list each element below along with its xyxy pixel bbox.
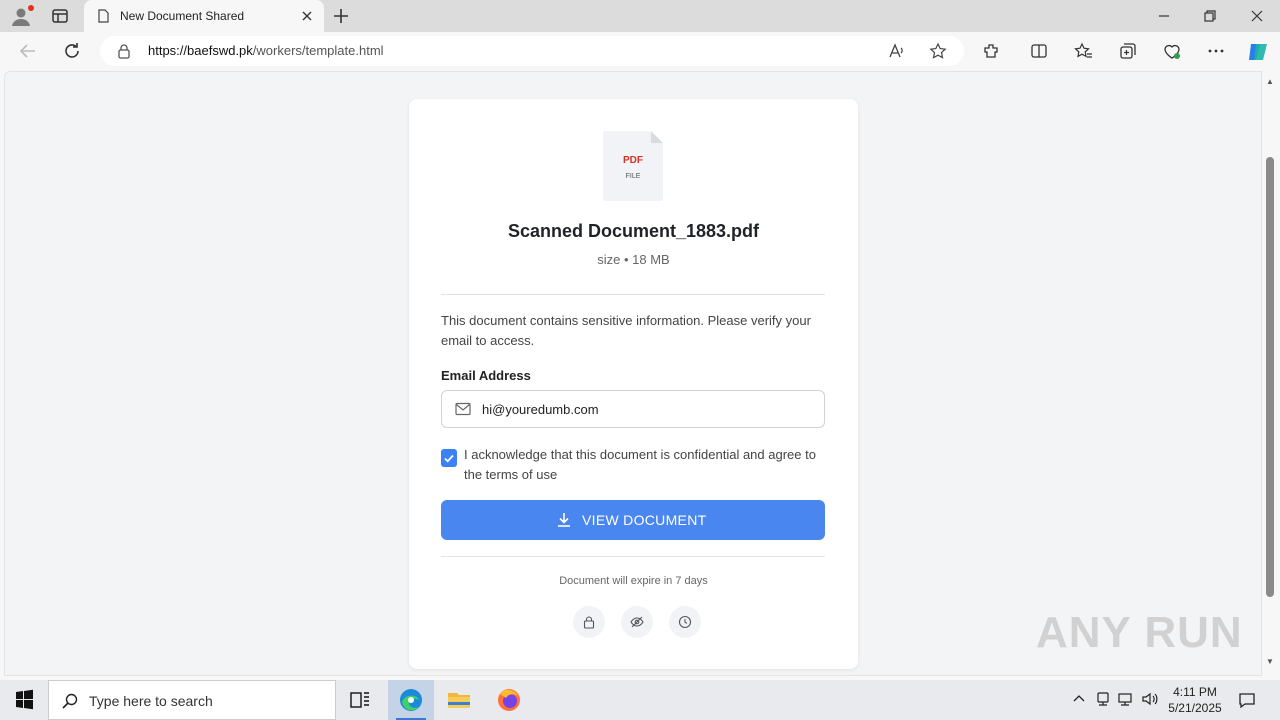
close-tab-icon[interactable] — [298, 7, 316, 25]
read-aloud-icon[interactable] — [888, 42, 906, 60]
lock-icon — [573, 606, 605, 638]
page-viewport: PDF FILE Scanned Document_1883.pdf size … — [4, 71, 1262, 676]
firefox-icon[interactable] — [486, 680, 532, 720]
search-placeholder: Type here to search — [89, 693, 213, 709]
clock-icon — [669, 606, 701, 638]
divider — [441, 294, 825, 295]
close-window-icon[interactable] — [1247, 6, 1267, 26]
expiry-note: Document will expire in 7 days — [559, 575, 708, 587]
address-bar[interactable]: https://baefswd.pk/workers/template.html — [100, 36, 964, 66]
email-value: hi@youredumb.com — [482, 402, 599, 417]
copilot-icon[interactable] — [1246, 40, 1270, 64]
pdf-badge-label: PDF — [623, 155, 643, 166]
split-screen-icon[interactable] — [1029, 41, 1049, 61]
browser-essentials-icon[interactable] — [1162, 41, 1182, 61]
chevron-up-icon[interactable] — [1070, 690, 1088, 708]
verify-message: This document contains sensitive informa… — [441, 313, 811, 348]
profile-icon[interactable] — [10, 5, 34, 27]
page-icon — [96, 9, 110, 23]
view-document-label: VIEW DOCUMENT — [582, 512, 707, 528]
mail-icon — [455, 402, 471, 416]
favorites-icon[interactable] — [1073, 41, 1093, 61]
scroll-down-arrow-icon[interactable]: ▼ — [1266, 657, 1274, 666]
divider — [441, 556, 825, 557]
url-domain: https://baefswd.pk — [148, 43, 253, 58]
page-fold — [651, 131, 663, 143]
tab-active[interactable]: New Document Shared — [84, 0, 324, 32]
refresh-icon[interactable] — [61, 40, 83, 62]
url-text[interactable]: https://baefswd.pk/workers/template.html — [148, 43, 384, 58]
windows-taskbar: Type here to search 4:11 PM 5/21/2025 — [0, 680, 1280, 720]
network-icon[interactable] — [1094, 690, 1112, 708]
restore-icon[interactable] — [1200, 6, 1220, 26]
notification-center-icon[interactable] — [1236, 689, 1258, 711]
email-field[interactable]: hi@youredumb.com — [441, 390, 825, 428]
page-scrollbar[interactable]: ▲ ▼ — [1262, 71, 1280, 676]
download-icon — [556, 512, 572, 528]
acknowledge-checkbox[interactable] — [441, 449, 457, 467]
url-path: /workers/template.html — [252, 43, 384, 58]
favorite-star-icon[interactable] — [929, 42, 947, 60]
task-view-icon[interactable] — [337, 680, 383, 720]
scrollbar-thumb[interactable] — [1266, 157, 1274, 597]
file-badge-label: FILE — [625, 173, 641, 180]
browser-titlebar: New Document Shared — [0, 0, 1280, 32]
tab-title: New Document Shared — [120, 9, 245, 23]
volume-icon[interactable] — [1141, 690, 1159, 708]
start-button[interactable] — [0, 680, 48, 720]
anyrun-watermark: ANY RUN — [1036, 608, 1243, 657]
document-size: size • 18 MB — [597, 252, 670, 267]
back-arrow-icon[interactable] — [17, 40, 39, 62]
collections-icon[interactable] — [1118, 41, 1138, 61]
clock-time: 4:11 PM — [1173, 685, 1217, 699]
extensions-icon[interactable] — [981, 41, 1001, 61]
view-document-button[interactable]: VIEW DOCUMENT — [441, 500, 825, 540]
notification-dot — [28, 5, 34, 11]
document-name: Scanned Document_1883.pdf — [507, 221, 760, 241]
tab-actions-icon[interactable] — [50, 6, 70, 26]
scroll-up-arrow-icon[interactable]: ▲ — [1266, 77, 1274, 86]
edge-taskbar-icon[interactable] — [388, 680, 434, 720]
file-explorer-icon[interactable] — [436, 680, 482, 720]
new-tab-icon[interactable] — [330, 5, 352, 27]
display-icon[interactable] — [1117, 690, 1135, 708]
lock-icon[interactable] — [116, 43, 132, 59]
clock-date: 5/21/2025 — [1168, 701, 1222, 715]
more-options-icon[interactable] — [1206, 41, 1226, 61]
email-label: Email Address — [441, 368, 531, 383]
taskbar-search[interactable]: Type here to search — [48, 680, 336, 720]
document-card: PDF FILE Scanned Document_1883.pdf size … — [409, 99, 858, 669]
browser-toolbar: https://baefswd.pk/workers/template.html — [0, 32, 1280, 70]
pdf-file-icon: PDF FILE — [603, 131, 663, 201]
search-icon — [61, 692, 79, 710]
acknowledge-text[interactable]: I acknowledge that this document is conf… — [464, 445, 828, 485]
minimize-icon[interactable] — [1154, 6, 1174, 26]
system-clock[interactable]: 4:11 PM 5/21/2025 — [1166, 684, 1224, 716]
eye-off-icon — [621, 606, 653, 638]
